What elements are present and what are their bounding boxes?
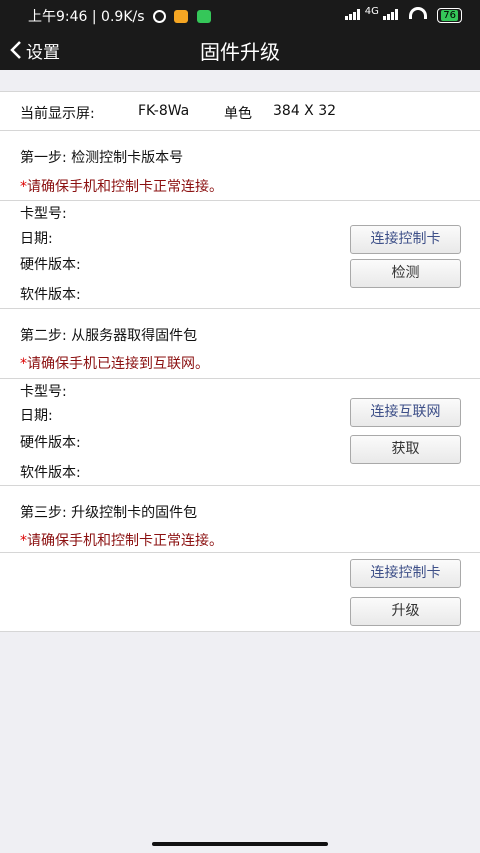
nav-bar: 设置 固件升级 <box>0 30 480 70</box>
step1-hw-version: 硬件版本: <box>20 257 81 273</box>
battery-icon: 76 <box>437 8 462 23</box>
get-firmware-button[interactable]: 获取 <box>350 435 461 464</box>
connect-card-button-2[interactable]: 连接控制卡 <box>350 559 461 588</box>
step2-hw-version: 硬件版本: <box>20 435 81 451</box>
alarm-icon <box>152 10 166 23</box>
step3-notice-mark: * <box>20 533 27 549</box>
status-left: 上午9:46 | 0.9K/s <box>28 6 211 26</box>
step1-body: 卡型号: 日期: 硬件版本: 软件版本: 连接控制卡 检测 <box>0 201 480 309</box>
wechat-icon <box>196 10 211 23</box>
step1-card-model: 卡型号: <box>20 206 67 222</box>
display-label: 当前显示屏: <box>20 106 95 122</box>
step1-title: 第一步: 检测控制卡版本号 <box>20 150 184 166</box>
display-info-panel: 当前显示屏: FK-8Wa 单色 384 X 32 <box>0 91 480 131</box>
wifi-icon <box>409 7 428 19</box>
connect-card-button[interactable]: 连接控制卡 <box>350 225 461 254</box>
step3-body: 连接控制卡 升级 <box>0 553 480 632</box>
step2-date: 日期: <box>20 408 53 424</box>
step1-date: 日期: <box>20 231 53 247</box>
display-model: FK-8Wa <box>138 103 190 119</box>
step2-title: 第二步: 从服务器取得固件包 <box>20 328 198 344</box>
step1-sw-version: 软件版本: <box>20 287 81 303</box>
network-type: 4G <box>364 6 379 17</box>
step2-notice-text: 请确保手机已连接到互联网。 <box>27 356 209 372</box>
step1-notice-mark: * <box>20 179 27 195</box>
step2-header: 第二步: 从服务器取得固件包 *请确保手机已连接到互联网。 <box>0 309 480 379</box>
step3-notice: *请确保手机和控制卡正常连接。 <box>20 530 223 550</box>
step1-notice: *请确保手机和控制卡正常连接。 <box>20 176 223 196</box>
signal-icon <box>344 9 361 24</box>
connect-internet-button[interactable]: 连接互联网 <box>350 398 461 427</box>
battery-level: 76 <box>441 10 458 21</box>
display-resolution: 384 X 32 <box>273 103 337 119</box>
step2-body: 卡型号: 日期: 硬件版本: 软件版本: 连接互联网 获取 <box>0 379 480 486</box>
home-indicator[interactable] <box>152 842 328 846</box>
notification-app-icon <box>174 10 189 23</box>
step2-notice: *请确保手机已连接到互联网。 <box>20 353 209 373</box>
step2-card-model: 卡型号: <box>20 384 67 400</box>
step2-sw-version: 软件版本: <box>20 465 81 481</box>
step3-notice-text: 请确保手机和控制卡正常连接。 <box>27 533 223 549</box>
step3-title: 第三步: 升级控制卡的固件包 <box>20 505 198 521</box>
status-time-speed: 上午9:46 | 0.9K/s <box>28 9 145 25</box>
upgrade-button[interactable]: 升级 <box>350 597 461 626</box>
status-bar: 上午9:46 | 0.9K/s 4G 76 <box>0 0 480 30</box>
status-right: 4G 76 <box>344 6 462 24</box>
step1-header: 第一步: 检测控制卡版本号 *请确保手机和控制卡正常连接。 <box>0 131 480 201</box>
step2-notice-mark: * <box>20 356 27 372</box>
step1-notice-text: 请确保手机和控制卡正常连接。 <box>27 179 223 195</box>
page-title: 固件升级 <box>200 40 280 64</box>
signal-icon-2 <box>382 9 399 24</box>
display-color-mode: 单色 <box>224 106 252 122</box>
detect-button[interactable]: 检测 <box>350 259 461 288</box>
step3-header: 第三步: 升级控制卡的固件包 *请确保手机和控制卡正常连接。 <box>0 486 480 553</box>
